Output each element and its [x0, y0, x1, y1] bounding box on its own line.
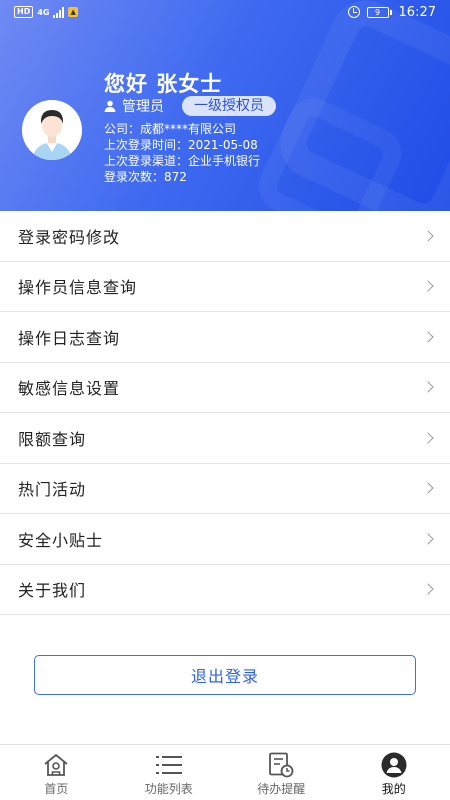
- nav-tab-label: 功能列表: [144, 782, 193, 796]
- chevron-right-icon: [422, 230, 434, 242]
- menu-item-label: 操作员信息查询: [18, 278, 138, 298]
- role-label: 管理员: [122, 99, 164, 115]
- chevron-right-icon: [422, 432, 434, 444]
- signal-icon: [53, 6, 65, 18]
- chevron-right-icon: [422, 583, 434, 595]
- role-row: 管理员 一级授权员: [104, 96, 276, 116]
- menu-item-sensitive-info[interactable]: 敏感信息设置: [0, 363, 450, 413]
- network-type: 4G: [37, 7, 50, 17]
- menu-item-label: 敏感信息设置: [18, 379, 121, 399]
- nav-tab-label: 首页: [44, 782, 69, 796]
- nav-tab-label: 我的: [381, 782, 406, 796]
- nav-tab-todo[interactable]: 待办提醒: [225, 745, 338, 800]
- avatar[interactable]: [22, 100, 82, 160]
- menu-item-hot-activities[interactable]: 热门活动: [0, 464, 450, 514]
- chevron-right-icon: [422, 533, 434, 545]
- greeting-text: 您好 张女士: [104, 72, 223, 96]
- list-icon: [155, 752, 183, 778]
- battery-level: 9: [366, 6, 389, 18]
- menu-item-security-tips[interactable]: 安全小贴士: [0, 514, 450, 565]
- menu-item-label: 热门活动: [18, 480, 87, 500]
- menu-item-label: 限额查询: [18, 429, 87, 449]
- menu-item-about-us[interactable]: 关于我们: [0, 565, 450, 615]
- menu-item-operator-info[interactable]: 操作员信息查询: [0, 262, 450, 312]
- company-info: 公司：成都****有限公司: [104, 122, 237, 136]
- last-login-channel: 上次登录渠道：企业手机银行: [104, 154, 261, 168]
- menu-item-operation-log[interactable]: 操作日志查询: [0, 312, 450, 363]
- settings-menu: 登录密码修改 操作员信息查询 操作日志查询 敏感信息设置 限额查询 热门活动 安…: [0, 211, 450, 615]
- profile-header: HD 4G ▲ 9 16:27 您好 张女士 管理员 一级授权员 公司：成都**…: [0, 0, 450, 211]
- authorization-level-badge: 一级授权员: [182, 96, 276, 116]
- home-icon: [42, 752, 70, 778]
- chevron-right-icon: [422, 280, 434, 292]
- menu-item-limit-query[interactable]: 限额查询: [0, 413, 450, 464]
- nav-tab-mine[interactable]: 我的: [338, 745, 450, 800]
- chevron-right-icon: [422, 482, 434, 494]
- status-bar: HD 4G ▲ 9 16:27: [0, 0, 450, 24]
- login-count: 登录次数：872: [104, 170, 187, 184]
- nav-tab-functions[interactable]: 功能列表: [113, 745, 226, 800]
- nav-tab-home[interactable]: 首页: [0, 745, 113, 800]
- menu-item-label: 登录密码修改: [18, 227, 121, 247]
- profile-icon: [380, 752, 408, 778]
- alarm-icon: [347, 6, 360, 18]
- wifi-icon: ▲: [68, 7, 78, 17]
- hd-icon: HD: [14, 6, 34, 18]
- logout-button[interactable]: 退出登录: [34, 655, 416, 695]
- last-login-time: 上次登录时间：2021-05-08: [104, 138, 258, 152]
- menu-item-label: 安全小贴士: [18, 530, 104, 550]
- todo-icon: [267, 752, 295, 778]
- menu-item-change-password[interactable]: 登录密码修改: [0, 211, 450, 262]
- menu-item-label: 关于我们: [18, 581, 87, 601]
- menu-item-label: 操作日志查询: [18, 328, 121, 348]
- status-time: 16:27: [398, 4, 436, 20]
- bottom-nav: 首页 功能列表 待办提醒 我的: [0, 744, 450, 800]
- chevron-right-icon: [422, 381, 434, 393]
- chevron-right-icon: [422, 331, 434, 343]
- battery-icon: 9: [366, 6, 392, 18]
- user-icon: [104, 100, 116, 112]
- nav-tab-label: 待办提醒: [257, 782, 306, 796]
